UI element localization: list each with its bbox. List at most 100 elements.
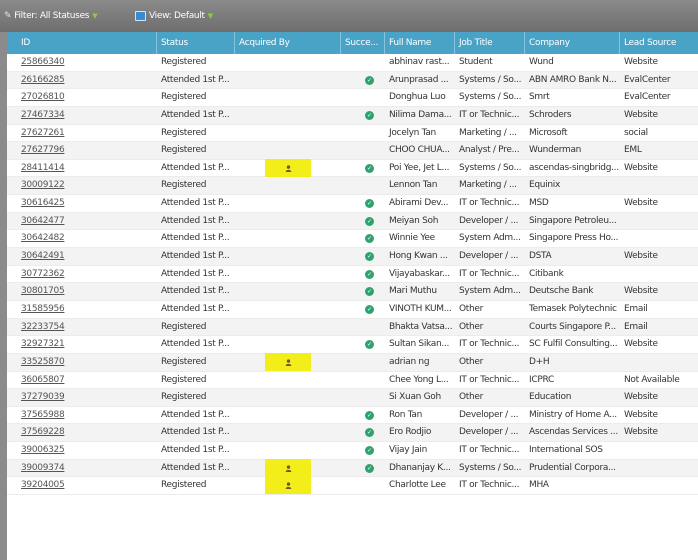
success-check-icon: ✓ [365, 463, 374, 473]
lead-id-link[interactable]: 30642477 [17, 213, 157, 230]
full-name-cell: Nilima Dama... [389, 109, 452, 120]
lead-id-link[interactable]: 36065807 [17, 372, 157, 389]
table-row[interactable]: 27627796 Registered CHOO CHUA... Analyst / … [7, 142, 698, 160]
table-row[interactable]: 27026810 Registered Donghua Luo Systems / S… [7, 89, 698, 107]
lead-source-cell [620, 442, 698, 459]
table-row[interactable]: 31585956 Attended 1st P... ✓ VINOTH KUM... O… [7, 301, 698, 319]
job-title-cell: Other [459, 321, 484, 332]
company-cell: D+H [529, 356, 550, 367]
table-row[interactable]: 37569228 Attended 1st P... ✓ Ero Rodjio Deve… [7, 424, 698, 443]
lead-id-link[interactable]: 32233754 [17, 319, 157, 336]
lead-id-link[interactable]: 39009374 [17, 460, 157, 477]
table-row[interactable]: 30009122 Registered Lennon Tan Marketing / … [7, 177, 698, 196]
job-title-cell: Systems / So... [459, 74, 522, 85]
col-header-job-title[interactable]: Job Title [455, 32, 525, 54]
success-check-icon: ✓ [365, 252, 374, 262]
table-row[interactable]: 30772362 Attended 1st P... ✓ Vijayabaskar..… [7, 266, 698, 284]
col-header-status[interactable]: Status [157, 32, 235, 54]
table-row[interactable]: 37279039 Registered Si Xuan Goh Other Educat… [7, 389, 698, 407]
table-row[interactable]: 39204005 Registered Charlotte Lee IT or Tec… [7, 476, 698, 496]
left-panel-edge [0, 32, 7, 560]
table-row[interactable]: 30642491 Attended 1st P... ✓ Hong Kwan ... D… [7, 248, 698, 266]
grid-view-icon [135, 11, 146, 21]
lead-id-link[interactable]: 27627261 [17, 125, 157, 142]
table-row[interactable]: 30642482 Attended 1st P... ✓ Winnie Yee Syst… [7, 230, 698, 249]
lead-id-link[interactable]: 33525870 [17, 354, 157, 371]
lead-id-link[interactable]: 30009122 [17, 177, 157, 194]
lead-source-cell: EvalCenter [624, 74, 671, 85]
col-header-full-name[interactable]: Full Name [385, 32, 455, 54]
lead-id-link[interactable]: 30616425 [17, 195, 157, 212]
lead-id-link[interactable]: 30642491 [17, 248, 157, 265]
full-name-cell: Charlotte Lee [389, 480, 446, 491]
table-row[interactable]: 28411414 Attended 1st P... ✓ Poi Yee, Jet L… [7, 158, 698, 178]
table-row[interactable]: 30616425 Attended 1st P... ✓ Abirami Dev...… [7, 195, 698, 213]
company-cell: Equinix [529, 180, 561, 191]
lead-id-link[interactable]: 37279039 [17, 389, 157, 406]
job-title-cell: IT or Technic... [459, 374, 520, 385]
lead-id-link[interactable]: 37569228 [17, 424, 157, 441]
table-row[interactable]: 30642477 Attended 1st P... ✓ Meiyan Soh Deve… [7, 212, 698, 231]
job-title-cell: IT or Technic... [459, 339, 520, 350]
job-title-cell: IT or Technic... [459, 445, 520, 456]
lead-id-link[interactable]: 30642482 [17, 230, 157, 247]
lead-id-link[interactable]: 27627796 [17, 142, 157, 159]
table-row[interactable]: 39009374 Attended 1st P... ✓ Dhananjay K...… [7, 458, 698, 478]
status-cell: Attended 1st P... [161, 198, 230, 209]
table-row[interactable]: 32927321 Attended 1st P... ✓ Sultan Sikan..… [7, 336, 698, 354]
lead-id-link[interactable]: 27467334 [17, 107, 157, 124]
lead-id-link[interactable]: 27026810 [17, 89, 157, 106]
col-header-company[interactable]: Company [525, 32, 620, 54]
full-name-cell: Arunprasad ... [389, 74, 449, 85]
lead-source-cell: Website [624, 409, 658, 420]
col-header-lead-source[interactable]: Lead Source [620, 32, 698, 54]
lead-id-link[interactable]: 31585956 [17, 301, 157, 318]
lead-source-cell: Website [624, 339, 658, 350]
company-cell: Temasek Polytechnic [529, 303, 617, 314]
table-row[interactable]: 36065807 Registered Chee Yong L... IT or Te… [7, 372, 698, 390]
table-row[interactable]: 25866340 Registered abhinav rast... Student… [7, 54, 698, 72]
job-title-cell: IT or Technic... [459, 268, 520, 279]
status-cell: Attended 1st P... [161, 409, 230, 420]
job-title-cell: Developer / ... [459, 427, 519, 438]
lead-id-link[interactable]: 39204005 [17, 477, 157, 494]
lead-id-link[interactable]: 37565988 [17, 407, 157, 424]
lead-id-link[interactable]: 26166285 [17, 72, 157, 89]
table-row[interactable]: 26166285 Attended 1st P... ✓ Arunprasad ...… [7, 71, 698, 90]
table-row[interactable]: 32233754 Registered Bhakta Vatsa... Other Co… [7, 318, 698, 337]
status-cell: Registered [161, 127, 207, 138]
view-dropdown[interactable]: View: Default ▼ [135, 11, 213, 21]
company-cell: Education [529, 392, 572, 403]
success-check-icon: ✓ [365, 163, 374, 173]
table-row[interactable]: 39006325 Attended 1st P... ✓ Vijay Jain IT o… [7, 442, 698, 460]
table-row[interactable]: 27627261 Registered Jocelyn Tan Marketing /… [7, 125, 698, 143]
company-cell: Singapore Petroleu... [529, 215, 617, 226]
status-cell: Registered [161, 321, 207, 332]
table-body: 25866340 Registered abhinav rast... Student… [7, 54, 698, 496]
full-name-cell: Mari Muthu [389, 286, 437, 297]
job-title-cell: IT or Technic... [459, 480, 520, 491]
job-title-cell: Developer / ... [459, 409, 519, 420]
col-header-success[interactable]: Succe... [341, 32, 385, 54]
lead-id-link[interactable]: 25866340 [17, 54, 157, 71]
table-row[interactable]: 30801705 Attended 1st P... ✓ Mari Muthu Syst… [7, 283, 698, 301]
lead-id-link[interactable]: 39006325 [17, 442, 157, 459]
status-cell: Attended 1st P... [161, 74, 230, 85]
success-check-icon: ✓ [365, 216, 374, 226]
status-cell: Attended 1st P... [161, 303, 230, 314]
lead-id-link[interactable]: 32927321 [17, 336, 157, 353]
job-title-cell: Other [459, 392, 484, 403]
col-header-acquired-by[interactable]: Acquired By [235, 32, 341, 54]
status-cell: Attended 1st P... [161, 162, 230, 173]
table-row[interactable]: 33525870 Registered adrian ng Other D+H [7, 352, 698, 372]
status-filter-dropdown[interactable]: ✎ Filter: All Statuses ▼ [4, 11, 98, 21]
table-frame: ID Status Acquired By Succe... Full Name Job … [0, 32, 698, 560]
lead-id-link[interactable]: 30801705 [17, 283, 157, 300]
lead-id-link[interactable]: 30772362 [17, 266, 157, 283]
col-header-id[interactable]: ID [17, 32, 157, 54]
lead-source-cell: Not Available [624, 374, 680, 385]
table-row[interactable]: 37565988 Attended 1st P... ✓ Ron Tan Develop… [7, 407, 698, 425]
lead-id-link[interactable]: 28411414 [17, 160, 157, 177]
table-row[interactable]: 27467334 Attended 1st P... ✓ Nilima Dama...… [7, 106, 698, 125]
lead-source-cell: EvalCenter [624, 92, 671, 103]
